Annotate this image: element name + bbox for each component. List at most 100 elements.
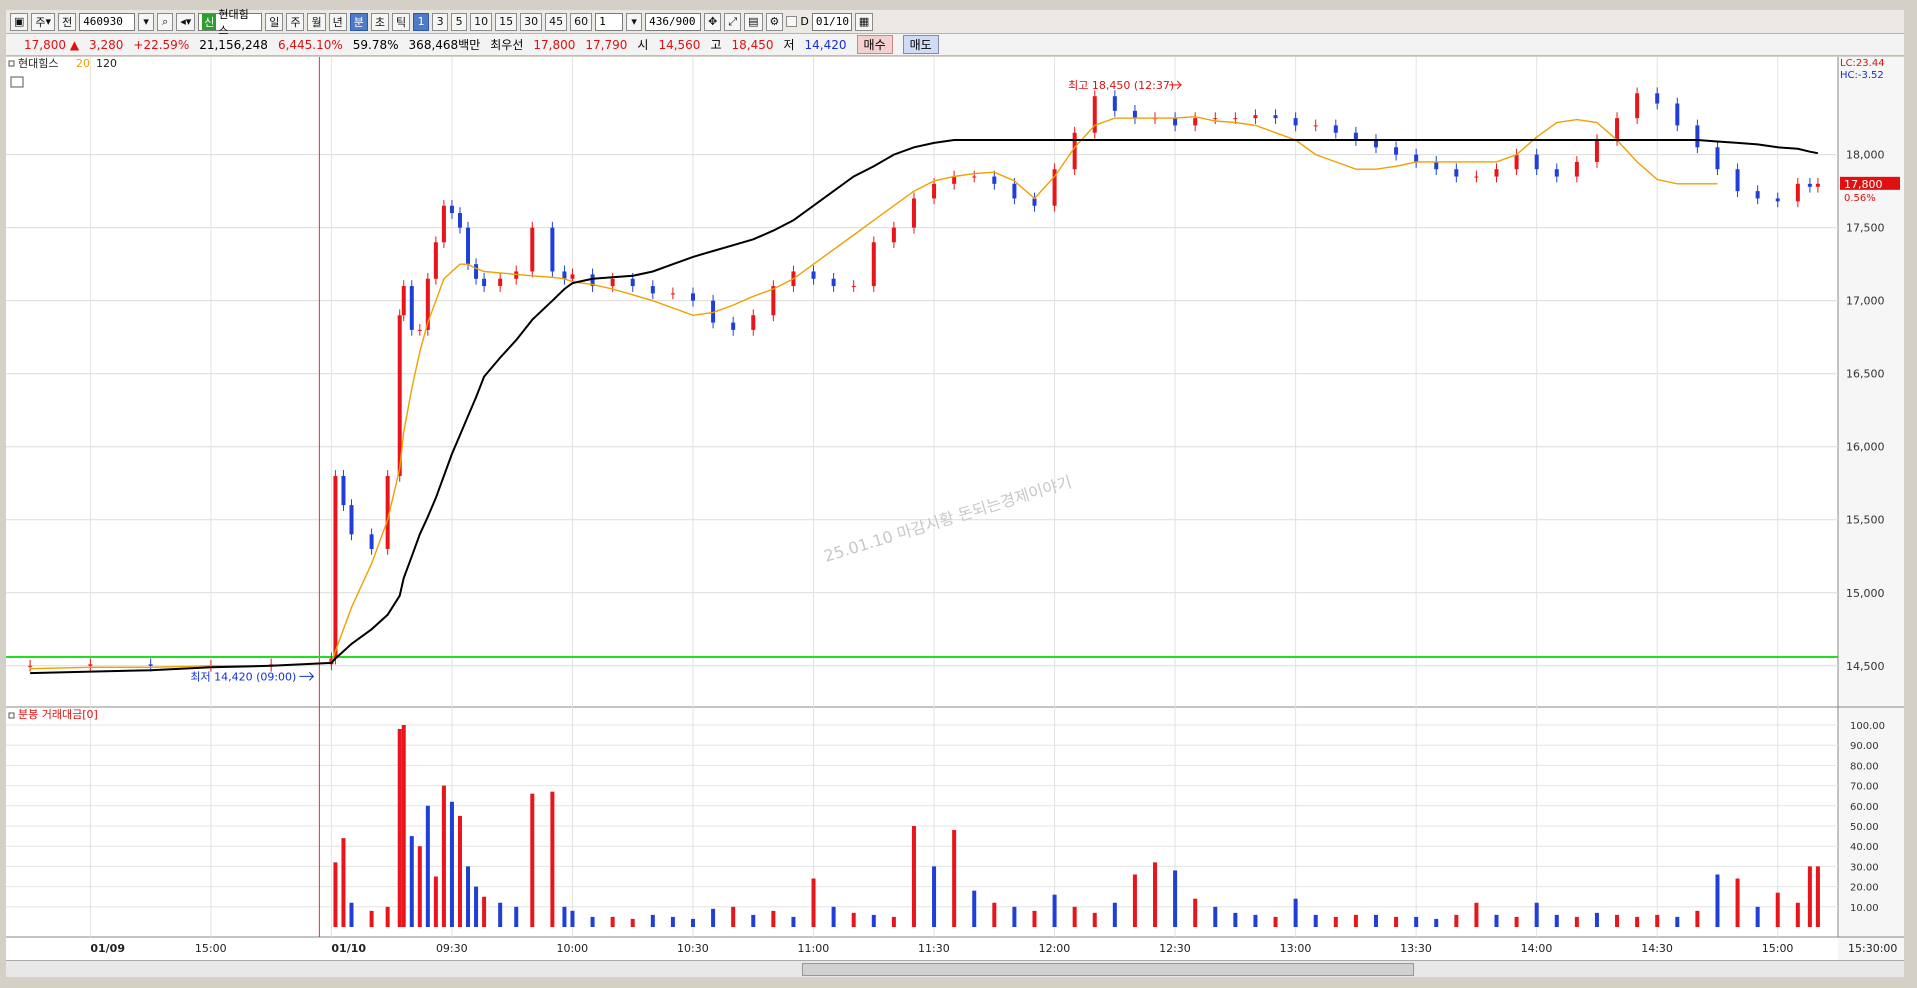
stock-name-field[interactable]: 신 현대힘스 bbox=[198, 8, 263, 37]
interval-15[interactable]: 15 bbox=[495, 12, 518, 31]
stock-name: 현대힘스 bbox=[218, 7, 249, 37]
price-candle bbox=[1414, 154, 1419, 162]
turnover-ratio: 6,445.10% bbox=[277, 37, 343, 52]
open-label: 시 bbox=[637, 38, 649, 52]
price-candle bbox=[1434, 161, 1439, 170]
interval-3[interactable]: 3 bbox=[432, 12, 449, 31]
price-candle bbox=[1373, 140, 1378, 148]
volume-bar bbox=[1494, 914, 1499, 927]
price-candle bbox=[1815, 183, 1820, 187]
price-candle bbox=[1353, 132, 1358, 141]
date-input[interactable]: 01/10 bbox=[811, 12, 852, 31]
volume-bar bbox=[1554, 914, 1559, 927]
volume-bar bbox=[1072, 906, 1077, 927]
low-price: 14,420 bbox=[804, 37, 847, 52]
time-tick-label: 14:00 bbox=[1521, 942, 1553, 955]
price-volume-chart[interactable]: 18,000 17,500 17,000 16,500 16,000 15,500 15,0… bbox=[6, 57, 1904, 960]
volume-tick-label: 100.00 bbox=[1850, 721, 1885, 732]
current-change-label: 0.56% bbox=[1844, 193, 1876, 204]
volume-bar bbox=[570, 910, 575, 927]
stock-code-input[interactable]: 460930 bbox=[79, 12, 136, 31]
volume-tick-label: 60.00 bbox=[1850, 802, 1879, 813]
volume-bar bbox=[851, 912, 856, 927]
volume-bar bbox=[992, 902, 997, 927]
price-candle bbox=[1735, 169, 1740, 192]
interval-45[interactable]: 45 bbox=[545, 12, 568, 31]
volume-bar bbox=[1012, 906, 1017, 927]
volume-tick-label: 80.00 bbox=[1850, 761, 1879, 772]
dropdown-icon[interactable]: ▾ bbox=[138, 12, 155, 31]
multiplier-dropdown-icon[interactable]: ▾ bbox=[626, 12, 643, 31]
tab-month[interactable]: 월 bbox=[307, 12, 326, 31]
price-tick-label: 16,000 bbox=[1846, 441, 1885, 454]
volume-bar bbox=[1695, 910, 1700, 927]
interval-1[interactable]: 1 bbox=[413, 12, 430, 31]
tab-year[interactable]: 년 bbox=[328, 12, 347, 31]
tab-minute[interactable]: 분 bbox=[349, 12, 368, 31]
multiplier-input[interactable]: 1 bbox=[595, 12, 624, 31]
price-candle bbox=[369, 534, 374, 549]
volume-tick-label: 90.00 bbox=[1850, 741, 1879, 752]
price-candle bbox=[630, 278, 635, 287]
interval-60[interactable]: 60 bbox=[570, 12, 593, 31]
volume-bar bbox=[385, 906, 390, 927]
time-tick-label: 15:30:00 bbox=[1848, 942, 1897, 955]
tab-tick[interactable]: 틱 bbox=[391, 12, 411, 31]
time-tick-label: 01/09 bbox=[90, 942, 125, 955]
price-tick-label: 16,500 bbox=[1846, 368, 1885, 381]
price-tick-label: 18,000 bbox=[1846, 149, 1885, 162]
speaker-icon[interactable]: ◂▾ bbox=[176, 12, 196, 31]
chart-menu-icon[interactable]: ▣ bbox=[10, 12, 29, 31]
tab-second[interactable]: 초 bbox=[370, 12, 389, 31]
market-label: 주 bbox=[35, 15, 46, 29]
tab-day[interactable]: 일 bbox=[265, 12, 284, 31]
price-candle bbox=[610, 278, 615, 287]
volume-bar bbox=[1735, 878, 1740, 927]
interval-10[interactable]: 10 bbox=[470, 12, 493, 31]
price-candle bbox=[1474, 176, 1479, 178]
volume-bar bbox=[630, 918, 635, 927]
save-icon[interactable]: ▤ bbox=[744, 12, 763, 31]
ma20-legend-label: 20 bbox=[76, 57, 90, 70]
draw-tool-icon[interactable]: ⤢ bbox=[724, 12, 742, 31]
interval-5[interactable]: 5 bbox=[451, 12, 468, 31]
volume-bar bbox=[791, 916, 796, 927]
count-input[interactable]: 436/900 bbox=[645, 12, 702, 31]
volume-bar bbox=[514, 906, 519, 927]
current-price-tag-label: 17,800 bbox=[1844, 178, 1883, 191]
ma120-legend-label: 120 bbox=[96, 57, 117, 70]
price-candle bbox=[1795, 183, 1800, 202]
market-select[interactable]: 주 ▾ bbox=[31, 12, 56, 31]
buy-button[interactable]: 매수 bbox=[856, 35, 893, 54]
period-type-button[interactable]: 전 bbox=[58, 12, 77, 31]
price-candle bbox=[1112, 96, 1117, 111]
date-checkbox[interactable] bbox=[786, 16, 798, 27]
crosshair-icon[interactable]: ✥ bbox=[704, 12, 722, 31]
volume-bar bbox=[441, 785, 446, 927]
sell-button[interactable]: 매도 bbox=[902, 35, 939, 54]
volume-bar bbox=[1253, 914, 1258, 927]
horizontal-scrollbar[interactable] bbox=[6, 960, 1904, 977]
tab-week[interactable]: 주 bbox=[286, 12, 305, 31]
price-candle bbox=[433, 242, 438, 279]
volume-bar bbox=[1534, 902, 1539, 927]
scrollbar-thumb[interactable] bbox=[802, 963, 1414, 976]
current-price: 17,800 ▲ bbox=[24, 37, 80, 52]
price-candle bbox=[449, 205, 454, 214]
price-candle bbox=[1534, 154, 1539, 170]
volume-bar bbox=[449, 801, 454, 927]
volume-bar bbox=[433, 876, 438, 927]
volume-bar bbox=[831, 906, 836, 927]
gear-icon[interactable]: ⚙ bbox=[765, 12, 784, 31]
interval-30[interactable]: 30 bbox=[520, 12, 543, 31]
volume-bar bbox=[1615, 914, 1620, 927]
volume-bar bbox=[1815, 866, 1820, 927]
price-tick-label: 14,500 bbox=[1846, 660, 1885, 673]
price-legend-name: 현대힘스 bbox=[18, 57, 58, 70]
volume-bar bbox=[1173, 870, 1178, 927]
volume-bar bbox=[1775, 892, 1780, 927]
search-icon[interactable]: ⌕ bbox=[157, 12, 174, 31]
volume-bar bbox=[1092, 912, 1097, 927]
calendar-icon[interactable]: ▦ bbox=[854, 12, 874, 31]
volume-tick-label: 10.00 bbox=[1850, 903, 1879, 914]
